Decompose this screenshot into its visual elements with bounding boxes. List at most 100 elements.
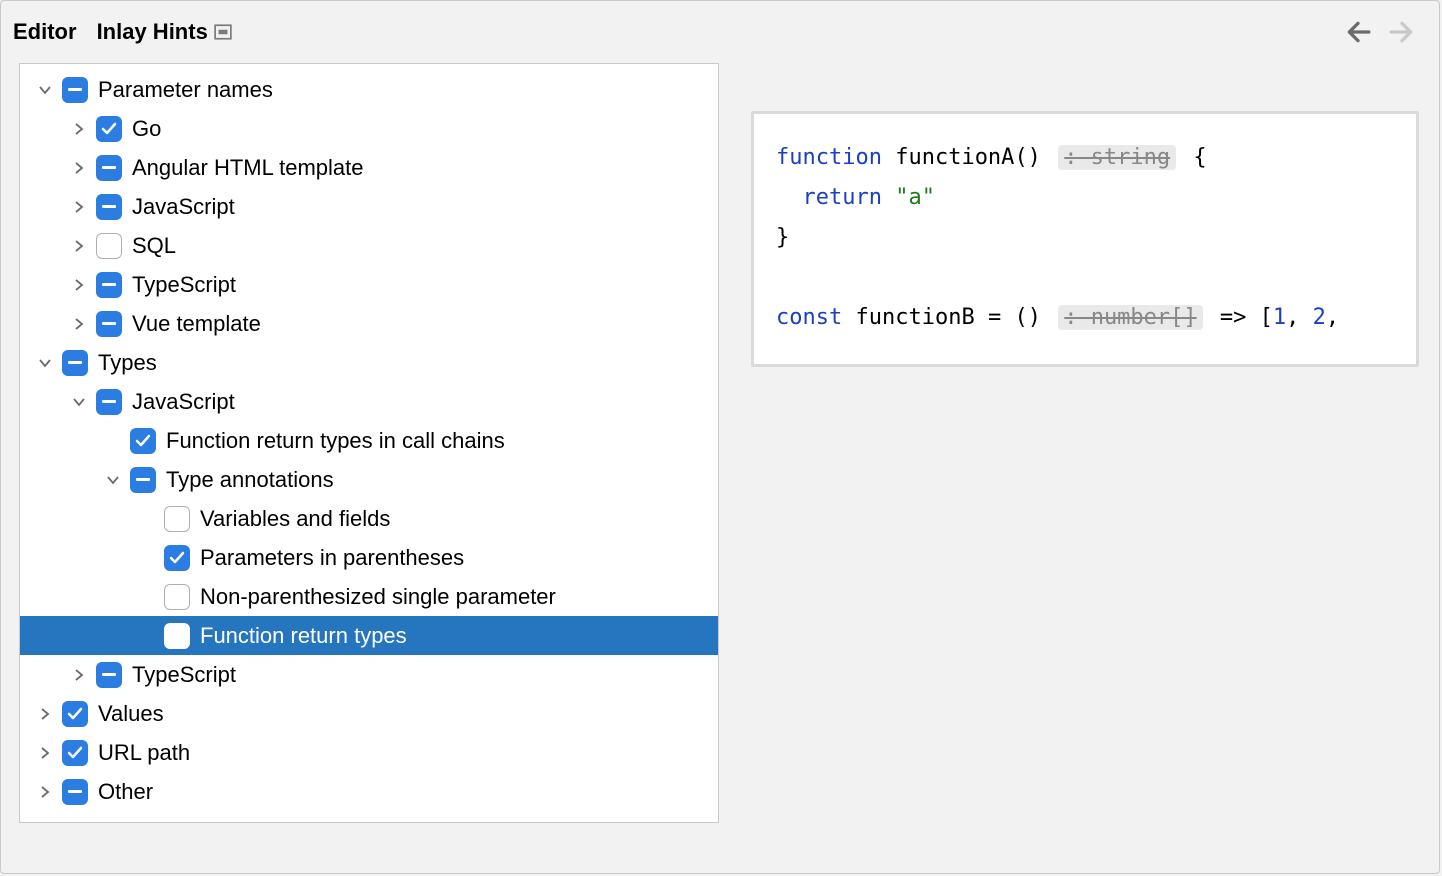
number: 2	[1313, 305, 1326, 330]
tree-row[interactable]: Parameter names	[20, 70, 718, 109]
code-line	[776, 258, 1394, 298]
chevron-right-icon[interactable]	[32, 702, 58, 726]
inlay-hint: : string	[1058, 145, 1176, 170]
comma: ,	[1326, 305, 1339, 330]
tree-row[interactable]: Function return types	[20, 616, 718, 655]
tree-item-label: SQL	[132, 233, 176, 259]
bracket-open: [	[1260, 305, 1273, 330]
tree-row[interactable]: Type annotations	[20, 460, 718, 499]
comma: ,	[1286, 305, 1299, 330]
tree-row[interactable]: Variables and fields	[20, 499, 718, 538]
tree-item-label: Type annotations	[166, 467, 334, 493]
checkbox[interactable]	[164, 506, 190, 532]
string-literal: "a"	[895, 185, 935, 210]
tree-row[interactable]: TypeScript	[20, 655, 718, 694]
tree-item-label: Vue template	[132, 311, 261, 337]
tree-item-label: Function return types	[200, 623, 407, 649]
tree-row[interactable]: JavaScript	[20, 382, 718, 421]
chevron-down-icon[interactable]	[32, 351, 58, 375]
keyword: return	[803, 185, 882, 210]
tree-row[interactable]: Non-parenthesized single parameter	[20, 577, 718, 616]
brace-open: {	[1193, 145, 1206, 170]
breadcrumb-bar: Editor Inlay Hints	[1, 1, 1439, 63]
checkbox[interactable]	[96, 155, 122, 181]
tree-row[interactable]: URL path	[20, 733, 718, 772]
equals: =	[988, 305, 1015, 330]
tree-item-label: Angular HTML template	[132, 155, 364, 181]
tree-item-label: Function return types in call chains	[166, 428, 505, 454]
arrow: =>	[1220, 305, 1260, 330]
checkbox[interactable]	[164, 623, 190, 649]
settings-tree: Parameter names Go Angular HTML template Ja…	[19, 63, 719, 823]
tree-row[interactable]: Values	[20, 694, 718, 733]
tree-item-label: JavaScript	[132, 389, 235, 415]
checkbox[interactable]	[96, 662, 122, 688]
chevron-right-icon[interactable]	[66, 117, 92, 141]
checkbox[interactable]	[96, 389, 122, 415]
chevron-right-icon[interactable]	[66, 156, 92, 180]
checkbox[interactable]	[130, 428, 156, 454]
chevron-down-icon[interactable]	[100, 468, 126, 492]
code-line: return "a"	[776, 178, 1394, 218]
number: 1	[1273, 305, 1286, 330]
collapse-icon[interactable]	[214, 24, 232, 40]
chevron-right-icon[interactable]	[66, 195, 92, 219]
brace-close: }	[776, 225, 789, 250]
tree-item-label: Types	[98, 350, 157, 376]
parens: ()	[1014, 305, 1041, 330]
breadcrumb-item-editor[interactable]: Editor	[13, 19, 77, 45]
chevron-right-icon[interactable]	[66, 663, 92, 687]
code-preview: function functionA() : string { return "…	[751, 111, 1419, 367]
checkbox[interactable]	[96, 116, 122, 142]
tree-item-label: JavaScript	[132, 194, 235, 220]
function-name: functionA	[895, 145, 1014, 170]
inlay-hint: : number[]	[1058, 305, 1202, 330]
chevron-down-icon[interactable]	[32, 78, 58, 102]
chevron-right-icon[interactable]	[66, 234, 92, 258]
breadcrumb-item-inlay-hints[interactable]: Inlay Hints	[97, 19, 208, 45]
checkbox[interactable]	[130, 467, 156, 493]
checkbox[interactable]	[96, 311, 122, 337]
tree-item-label: Variables and fields	[200, 506, 390, 532]
checkbox[interactable]	[62, 350, 88, 376]
checkbox[interactable]	[96, 272, 122, 298]
tree-row[interactable]: TypeScript	[20, 265, 718, 304]
tree-row[interactable]: Parameters in parentheses	[20, 538, 718, 577]
tree-item-label: URL path	[98, 740, 190, 766]
nav-back-icon[interactable]	[1345, 21, 1371, 43]
tree-row[interactable]: JavaScript	[20, 187, 718, 226]
checkbox[interactable]	[62, 779, 88, 805]
chevron-right-icon[interactable]	[32, 780, 58, 804]
checkbox[interactable]	[62, 701, 88, 727]
checkbox[interactable]	[96, 194, 122, 220]
code-line: function functionA() : string {	[776, 138, 1394, 178]
tree-row[interactable]: Function return types in call chains	[20, 421, 718, 460]
keyword: const	[776, 305, 842, 330]
checkbox[interactable]	[164, 545, 190, 571]
code-line: const functionB = () : number[] => [1, 2…	[776, 298, 1394, 338]
tree-row[interactable]: Vue template	[20, 304, 718, 343]
code-line: }	[776, 218, 1394, 258]
tree-item-label: Go	[132, 116, 161, 142]
keyword: function	[776, 145, 882, 170]
chevron-right-icon[interactable]	[32, 741, 58, 765]
tree-row[interactable]: Types	[20, 343, 718, 382]
tree-row[interactable]: Angular HTML template	[20, 148, 718, 187]
const-name: functionB	[855, 305, 974, 330]
tree-item-label: Non-parenthesized single parameter	[200, 584, 556, 610]
chevron-right-icon[interactable]	[66, 312, 92, 336]
checkbox[interactable]	[62, 740, 88, 766]
tree-row[interactable]: SQL	[20, 226, 718, 265]
checkbox[interactable]	[62, 77, 88, 103]
tree-row[interactable]: Go	[20, 109, 718, 148]
tree-item-label: Other	[98, 779, 153, 805]
chevron-down-icon[interactable]	[66, 390, 92, 414]
checkbox[interactable]	[96, 233, 122, 259]
tree-item-label: Values	[98, 701, 164, 727]
parens: ()	[1014, 145, 1041, 170]
chevron-right-icon[interactable]	[66, 273, 92, 297]
tree-row[interactable]: Other	[20, 772, 718, 811]
tree-item-label: Parameter names	[98, 77, 273, 103]
nav-forward-icon[interactable]	[1389, 21, 1415, 43]
checkbox[interactable]	[164, 584, 190, 610]
